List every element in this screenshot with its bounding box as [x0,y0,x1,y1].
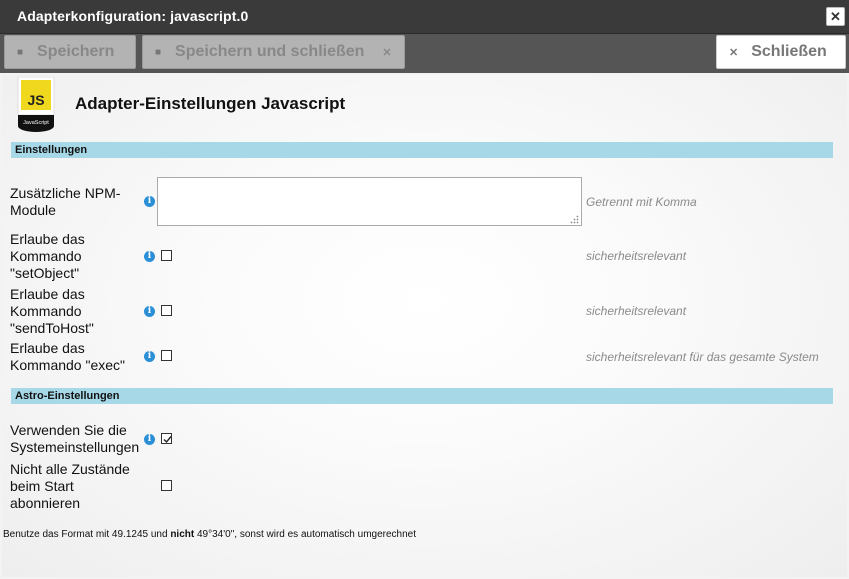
setobject-checkbox[interactable] [161,250,172,261]
section-settings: Einstellungen [11,142,833,158]
system-settings-checkbox[interactable] [161,433,172,444]
info-icon[interactable]: i [144,434,155,445]
footnote-bold: nicht [170,529,195,540]
dialog-titlebar: Adapterkonfiguration: javascript.0 ✕ [0,0,849,34]
npm-modules-input[interactable] [157,177,582,226]
setobject-hint: sicherheitsrelevant [586,249,687,263]
save-and-close-button[interactable]: ■ Speichern und schließen ✕ [142,35,405,69]
resize-grip-icon[interactable] [570,215,579,224]
logo-text: JS [27,92,44,108]
checkmark-icon [163,436,172,444]
close-icon: ✕ [382,46,392,59]
save-icon: ■ [17,46,24,58]
exec-label: Erlaube das Kommando "exec" [10,340,125,373]
setobject-label: Erlaube das Kommando "setObject" [10,231,85,281]
close-icon[interactable]: ✕ [826,7,845,26]
info-icon[interactable]: i [144,196,155,207]
system-settings-label: Verwenden Sie die Systemeinstellungen [10,422,140,455]
no-subscribe-label: Nicht alle Zustände beim Start abonniere… [10,461,130,511]
toolbar: ■ Speichern ■ Speichern und schließen ✕ … [0,34,849,73]
footnote-text-end: 49°34'0", sonst wird es automatisch umge… [194,529,417,540]
exec-hint: sicherheitsrelevant für das gesamte Syst… [586,350,819,364]
close-button[interactable]: ✕ Schließen [716,35,846,69]
info-icon[interactable]: i [144,306,155,317]
logo-caption: JavaScript [23,120,49,126]
save-button[interactable]: ■ Speichern [4,35,136,69]
info-icon[interactable]: i [144,351,155,362]
npm-modules-label: Zusätzliche NPM-Module [10,185,121,218]
exec-checkbox[interactable] [161,350,172,361]
settings-panel: JS JavaScript Adapter-Einstellungen Java… [2,75,847,577]
save-icon: ■ [155,46,162,58]
sendtohost-checkbox[interactable] [161,305,172,316]
npm-modules-hint: Getrennt mit Komma [586,195,697,209]
footnote-text: Benutze das Format mit 49.1245 und [3,529,171,540]
close-icon: ✕ [729,46,739,59]
save-and-close-label: Speichern und schließen [175,43,365,60]
save-button-label: Speichern [37,43,115,60]
close-button-label: Schließen [751,43,827,60]
section-astro: Astro-Einstellungen [11,388,833,404]
sendtohost-hint: sicherheitsrelevant [586,304,687,318]
sendtohost-label: Erlaube das Kommando "sendToHost" [10,286,94,336]
info-icon[interactable]: i [144,251,155,262]
dialog-title: Adapterkonfiguration: javascript.0 [17,8,249,24]
javascript-logo-icon: JS JavaScript [17,77,55,132]
page-title: Adapter-Einstellungen Javascript [75,94,346,113]
no-subscribe-checkbox[interactable] [161,480,172,491]
coordinate-format-note: Benutze das Format mit 49.1245 und nicht… [3,529,416,540]
